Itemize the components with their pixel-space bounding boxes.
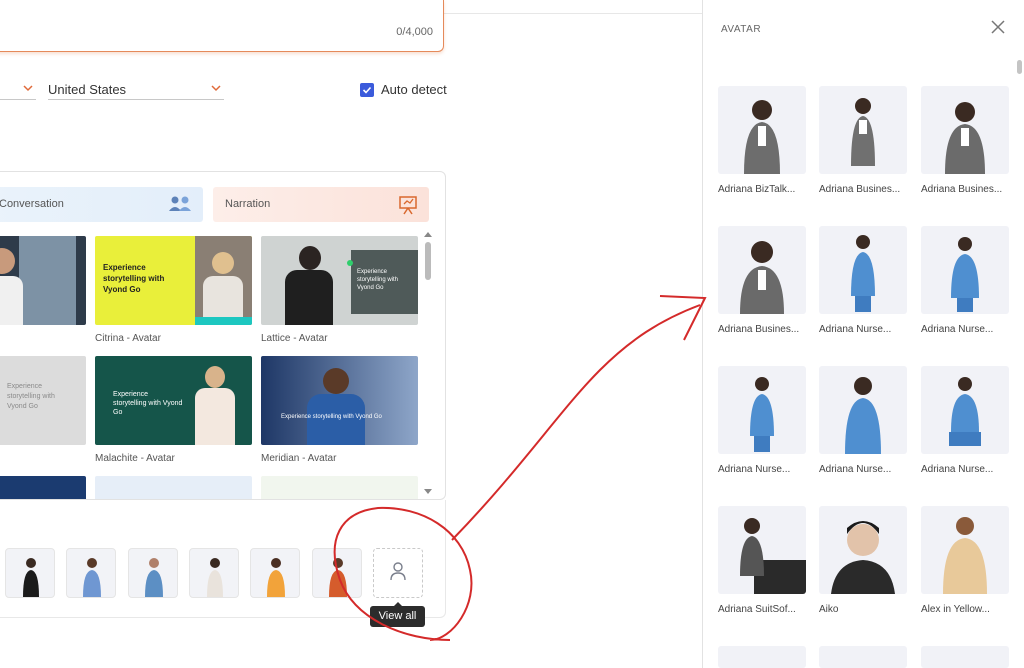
avatar-card[interactable] xyxy=(921,366,1009,454)
panel-scrollbar[interactable] xyxy=(1017,60,1022,668)
avatar-name: Adriana Busines... xyxy=(718,324,800,335)
template-card[interactable]: Experience storytelling with Vyond Go xyxy=(261,356,418,445)
view-all-tooltip: View all xyxy=(370,602,425,627)
category-label: Narration xyxy=(225,198,271,210)
avatar-card[interactable] xyxy=(718,506,806,594)
avatar-card[interactable] xyxy=(819,86,907,174)
view-all-button[interactable] xyxy=(373,548,423,598)
avatar-name: Adriana Nurse... xyxy=(921,324,994,335)
checkbox-checked[interactable] xyxy=(360,82,374,97)
avatar-thumb[interactable] xyxy=(128,548,178,598)
avatar-thumb[interactable] xyxy=(312,548,362,598)
country-select[interactable]: United States xyxy=(48,80,224,100)
avatar-panel: AVATAR Adriana BizTalk... Adriana Busine… xyxy=(702,0,1024,668)
template-card[interactable]: Experience storytelling with Vyond Go xyxy=(0,356,86,445)
scroll-down-icon[interactable] xyxy=(424,489,432,494)
template-panel: Conversation Narration Experience storyt… xyxy=(0,171,446,500)
template-card[interactable]: Experience storytelling with Vyond Go xyxy=(95,356,252,445)
avatar-name: Alex in Yellow... xyxy=(921,604,990,615)
close-icon[interactable] xyxy=(991,20,1005,34)
avatar-thumb[interactable] xyxy=(66,548,116,598)
template-text: Experience storytelling with Vyond Go xyxy=(113,391,183,416)
scroll-thumb[interactable] xyxy=(1017,60,1022,74)
person-icon xyxy=(388,560,408,587)
avatar-card[interactable] xyxy=(921,646,1009,668)
template-card[interactable]: Experience storytelling with Vyond Go xyxy=(95,236,252,325)
avatar-card[interactable] xyxy=(819,506,907,594)
presentation-board-icon xyxy=(397,194,419,231)
avatar-card[interactable] xyxy=(921,86,1009,174)
scroll-up-icon[interactable] xyxy=(424,232,432,237)
template-label: Lattice - Avatar xyxy=(261,333,328,344)
template-text: Experience storytelling with Vyond Go xyxy=(357,269,399,291)
template-scrollbar[interactable] xyxy=(423,230,433,496)
avatar-name: Adriana Busines... xyxy=(921,184,1003,195)
avatar-name: Adriana Nurse... xyxy=(819,324,892,335)
avatar-thumb[interactable] xyxy=(189,548,239,598)
avatar-card[interactable] xyxy=(921,506,1009,594)
avatar-card[interactable] xyxy=(921,226,1009,314)
avatar-name: Adriana Nurse... xyxy=(819,464,892,475)
people-icon xyxy=(167,194,193,229)
avatar-thumb[interactable] xyxy=(250,548,300,598)
category-conversation[interactable]: Conversation xyxy=(0,187,203,222)
template-card[interactable] xyxy=(0,236,86,325)
chevron-down-icon xyxy=(210,82,222,94)
template-card[interactable] xyxy=(261,476,418,499)
avatar-name: Adriana Busines... xyxy=(819,184,901,195)
avatar-card[interactable] xyxy=(718,226,806,314)
language-select[interactable] xyxy=(0,80,36,100)
template-text: Experience storytelling with Vyond Go xyxy=(103,263,165,294)
auto-detect-label: Auto detect xyxy=(381,82,447,97)
template-text: Experience storytelling with Vyond Go xyxy=(7,383,55,410)
avatar-card[interactable] xyxy=(819,366,907,454)
avatar-name: Adriana SuitSof... xyxy=(718,604,796,615)
template-card[interactable] xyxy=(95,476,252,499)
template-label: Citrina - Avatar xyxy=(95,333,161,344)
avatar-name: Adriana BizTalk... xyxy=(718,184,796,195)
avatar-card[interactable] xyxy=(718,86,806,174)
avatar-card[interactable] xyxy=(718,366,806,454)
auto-detect-toggle[interactable]: Auto detect xyxy=(360,82,447,97)
avatar-name: Adriana Nurse... xyxy=(921,464,994,475)
script-textarea[interactable]: 0/4,000 xyxy=(0,0,444,52)
template-text: Experience storytelling with Vyond Go xyxy=(281,414,382,420)
avatar-name: Adriana Nurse... xyxy=(718,464,791,475)
char-count: 0/4,000 xyxy=(396,26,433,38)
country-value: United States xyxy=(48,82,127,97)
category-narration[interactable]: Narration xyxy=(213,187,429,222)
chevron-down-icon xyxy=(22,82,34,94)
category-label: Conversation xyxy=(0,198,64,210)
template-card[interactable]: Experience storytelling with Vyond Go xyxy=(261,236,418,325)
avatar-name: Aiko xyxy=(819,604,839,615)
avatar-thumb[interactable] xyxy=(5,548,55,598)
template-card[interactable] xyxy=(0,476,86,499)
template-label: Meridian - Avatar xyxy=(261,453,337,464)
template-label: Malachite - Avatar xyxy=(95,453,175,464)
avatar-card[interactable] xyxy=(718,646,806,668)
scroll-thumb[interactable] xyxy=(425,242,431,280)
avatar-card[interactable] xyxy=(819,226,907,314)
avatar-card[interactable] xyxy=(819,646,907,668)
panel-title: AVATAR xyxy=(721,24,762,35)
